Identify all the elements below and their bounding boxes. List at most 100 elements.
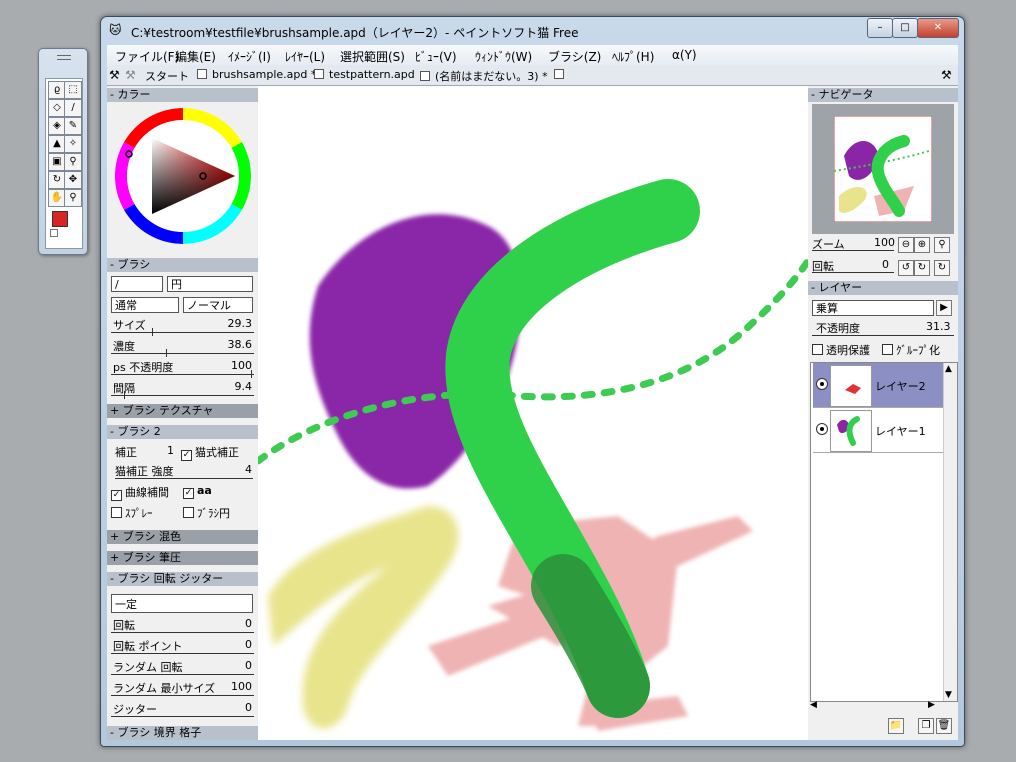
- cat-correction-checkbox[interactable]: ✓ 猫式補正: [181, 444, 239, 461]
- slider-knob[interactable]: [123, 391, 125, 399]
- aa-checkbox[interactable]: ✓ aa: [183, 484, 212, 499]
- group-checkbox[interactable]: ｸﾞﾙｰﾌﾟ化: [882, 342, 940, 358]
- menu-layer[interactable]: ﾚｲﾔｰ(L): [285, 48, 325, 65]
- layer-row[interactable]: レイヤー1: [813, 408, 945, 453]
- eyedropper-tool-icon[interactable]: ⚲: [64, 153, 82, 171]
- rotate-value[interactable]: 0: [882, 258, 889, 271]
- rotate-reset-icon[interactable]: ↻: [934, 260, 950, 276]
- brush-tool-icon[interactable]: ✎: [64, 117, 82, 135]
- rotation-slider[interactable]: ランダム 最小サイズ 100: [111, 679, 254, 699]
- new-layer-icon[interactable]: ❐: [918, 718, 934, 734]
- slider-value[interactable]: 0: [245, 659, 252, 672]
- slider-value[interactable]: 0: [245, 701, 252, 714]
- layer-blend-select[interactable]: 乗算: [812, 300, 934, 316]
- slider-knob[interactable]: [165, 349, 167, 357]
- layer-opacity-value[interactable]: 31.3: [926, 320, 951, 333]
- scroll-down-icon[interactable]: ▼: [945, 690, 952, 700]
- delete-layer-icon[interactable]: 🗑: [936, 718, 952, 734]
- visibility-eye-icon[interactable]: [816, 378, 828, 390]
- cat-app-icon[interactable]: 🐱: [109, 23, 123, 37]
- slider-track[interactable]: [111, 374, 254, 375]
- brush-grid-header[interactable]: - ブラシ 境界 格子: [107, 726, 258, 740]
- layer-list-scrollbar[interactable]: ▲ ▼: [943, 363, 957, 701]
- rotate-slider[interactable]: [812, 272, 894, 273]
- reset-colors-icon[interactable]: [50, 229, 58, 237]
- rotation-slider[interactable]: 回転 0: [111, 616, 254, 636]
- slider-track[interactable]: [111, 353, 254, 354]
- toolbox-grip[interactable]: [57, 55, 71, 60]
- brush-pressure-header[interactable]: + ブラシ 筆圧: [107, 551, 258, 565]
- slider-track[interactable]: [111, 632, 254, 633]
- layer-panel-header[interactable]: - レイヤー: [808, 281, 958, 295]
- blend-dropdown-icon[interactable]: ▶: [936, 300, 952, 316]
- tab-unnamed-3[interactable]: (名前はまだない。3) *: [420, 68, 548, 84]
- protect-alpha-checkbox[interactable]: 透明保護: [812, 342, 870, 358]
- title-bar[interactable]: 🐱 C:¥testroom¥testfile¥brushsample.apd（レ…: [101, 17, 964, 45]
- brush-shape-field[interactable]: /: [111, 276, 163, 292]
- brush-mix-header[interactable]: + ブラシ 混色: [107, 530, 258, 544]
- slider-track[interactable]: [111, 716, 254, 717]
- toggle-panels-icon[interactable]: ⚒: [109, 68, 120, 82]
- toggle-right-panels-icon[interactable]: ⚒: [941, 68, 952, 82]
- tab-brushsample[interactable]: brushsample.apd *: [197, 68, 316, 81]
- toggle-toolbox-icon[interactable]: ⚒: [125, 68, 136, 82]
- zoom-in-icon[interactable]: ⊕: [914, 237, 930, 253]
- rect-select-tool-icon[interactable]: ⬚: [64, 81, 82, 99]
- slider-value[interactable]: 9.4: [235, 380, 253, 393]
- brush-circle-checkbox[interactable]: ﾌﾞﾗｼ円: [183, 505, 230, 521]
- rotate-left-icon[interactable]: ↺: [898, 260, 914, 276]
- rotation-slider[interactable]: 回転 ポイント 0: [111, 637, 254, 657]
- menu-alpha[interactable]: α(Y): [672, 48, 697, 62]
- rotation-panel-header[interactable]: - ブラシ 回転 ジッター: [107, 572, 258, 586]
- tab-start[interactable]: スタート: [145, 68, 189, 84]
- navigator-header[interactable]: - ナビゲータ: [808, 88, 958, 102]
- slider-track[interactable]: [111, 695, 254, 696]
- menu-image[interactable]: ｲﾒｰｼﾞ(I): [228, 48, 271, 65]
- move-tool-icon[interactable]: ✥: [64, 171, 82, 189]
- rotate-right-icon[interactable]: ↻: [914, 260, 930, 276]
- foreground-color-swatch[interactable]: [52, 211, 68, 227]
- color-panel-header[interactable]: - カラー: [107, 88, 258, 102]
- menu-edit[interactable]: 編集(E): [175, 48, 216, 65]
- slider-value[interactable]: 0: [245, 638, 252, 651]
- zoom-value[interactable]: 100: [874, 236, 895, 249]
- slider-track[interactable]: [111, 674, 254, 675]
- navigator-preview[interactable]: [812, 104, 954, 234]
- brush-slider[interactable]: サイズ 29.3: [111, 316, 254, 336]
- correction-value[interactable]: 1: [167, 444, 174, 457]
- pen-tool-icon[interactable]: /: [64, 99, 82, 117]
- tab-close-icon[interactable]: [197, 69, 207, 79]
- slider-value[interactable]: 29.3: [228, 317, 253, 330]
- brush-panel-header[interactable]: - ブラシ: [107, 258, 258, 272]
- brush-texture-header[interactable]: + ブラシ テクスチャ: [107, 404, 258, 418]
- tab-overflow-icon[interactable]: [554, 68, 569, 81]
- cat-strength-value[interactable]: 4: [245, 463, 252, 476]
- menu-brush[interactable]: ブラシ(Z): [548, 48, 601, 65]
- maximize-button[interactable]: □: [892, 18, 918, 38]
- layer-opacity-slider[interactable]: [812, 335, 954, 336]
- minimize-button[interactable]: –: [867, 18, 893, 38]
- slider-value[interactable]: 100: [231, 359, 252, 372]
- cat-strength-slider[interactable]: [115, 478, 253, 479]
- color-wheel[interactable]: [115, 108, 251, 244]
- zoom-slider[interactable]: [812, 250, 894, 251]
- brush-shape-name[interactable]: 円: [167, 276, 253, 292]
- scroll-up-icon[interactable]: ▲: [945, 364, 952, 374]
- drawing-canvas[interactable]: [258, 86, 808, 740]
- tab-close-icon[interactable]: [420, 71, 430, 81]
- brush-slider[interactable]: 間隔 9.4: [111, 379, 254, 399]
- close-button[interactable]: ✕: [917, 18, 959, 38]
- tab-testpattern[interactable]: testpattern.apd: [314, 68, 415, 81]
- slider-value[interactable]: 38.6: [228, 338, 253, 351]
- slider-track[interactable]: [111, 395, 254, 396]
- brush-slider[interactable]: 濃度 38.6: [111, 337, 254, 357]
- rotation-slider[interactable]: ランダム 回転 0: [111, 658, 254, 678]
- scroll-left-icon[interactable]: ◀: [810, 700, 817, 710]
- slider-track[interactable]: [111, 653, 254, 654]
- menu-view[interactable]: ﾋﾞｭｰ(V): [415, 48, 457, 65]
- brush-slider[interactable]: ps 不透明度 100: [111, 358, 254, 378]
- brush2-panel-header[interactable]: - ブラシ 2: [107, 425, 258, 439]
- menu-window[interactable]: ｳｨﾝﾄﾞｳ(W): [475, 48, 532, 65]
- rotation-mode-select[interactable]: 一定: [111, 594, 253, 613]
- layer-row[interactable]: レイヤー2: [813, 363, 945, 408]
